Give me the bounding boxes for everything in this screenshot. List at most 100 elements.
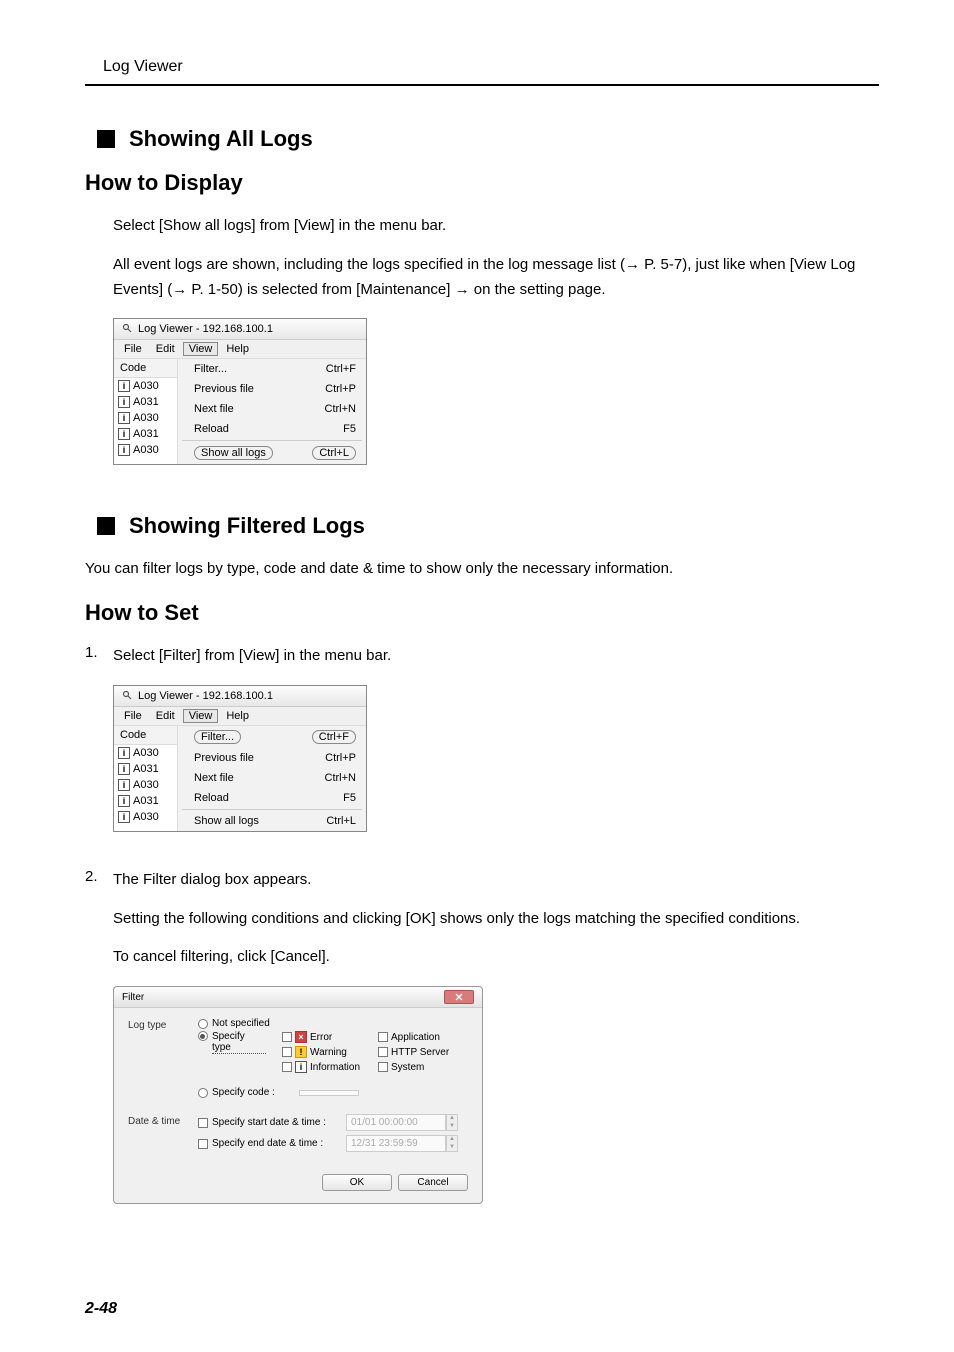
menu-item-reload[interactable]: ReloadF5 <box>178 788 366 808</box>
table-row: iA030 <box>114 378 177 394</box>
highlight-show-all: Show all logs <box>194 446 273 460</box>
info-icon: i <box>118 444 130 456</box>
app-icon <box>120 322 134 336</box>
menu-separator <box>182 809 362 810</box>
window-titlebar: Log Viewer - 192.168.100.1 <box>114 686 366 707</box>
code-header: Code <box>114 726 177 745</box>
step-2-text-a: The Filter dialog box appears. <box>113 868 879 893</box>
step-1: 1. Select [Filter] from [View] in the me… <box>85 644 879 856</box>
menu-edit[interactable]: Edit <box>150 709 181 723</box>
info-icon: i <box>118 795 130 807</box>
checkbox-icon <box>378 1062 388 1072</box>
menu-file[interactable]: File <box>118 342 148 356</box>
menu-item-previous-file[interactable]: Previous fileCtrl+P <box>178 379 366 399</box>
para-select-show-all: Select [Show all logs] from [View] in th… <box>113 214 879 239</box>
cb-application[interactable]: Application <box>378 1031 468 1043</box>
label-logtype: Log type <box>128 1018 186 1100</box>
info-icon: i <box>118 380 130 392</box>
ok-button[interactable]: OK <box>322 1174 392 1191</box>
spinner-buttons[interactable]: ▲▼ <box>446 1135 458 1152</box>
table-row: iA031 <box>114 394 177 410</box>
radio-specify-code[interactable]: Specify code : <box>198 1087 468 1098</box>
radio-icon <box>198 1031 208 1041</box>
view-dropdown: Filter...Ctrl+F Previous fileCtrl+P Next… <box>178 726 366 831</box>
view-dropdown: Filter...Ctrl+F Previous fileCtrl+P Next… <box>178 359 366 464</box>
table-row: iA030 <box>114 809 177 825</box>
header-rule <box>85 84 879 86</box>
checkbox-icon <box>282 1062 292 1072</box>
menu-item-show-all-logs[interactable]: Show all logs Ctrl+L <box>178 442 366 464</box>
screenshot-view-menu-filter: Log Viewer - 192.168.100.1 File Edit Vie… <box>113 685 367 832</box>
menu-item-next-file[interactable]: Next fileCtrl+N <box>178 399 366 419</box>
code-header: Code <box>114 359 177 378</box>
window-title: Log Viewer - 192.168.100.1 <box>138 690 273 702</box>
checkbox-icon <box>198 1118 208 1128</box>
menu-view[interactable]: View <box>183 709 219 723</box>
info-icon: i <box>118 811 130 823</box>
menu-bar: File Edit View Help <box>114 340 366 359</box>
code-input[interactable] <box>299 1090 359 1096</box>
radio-specify-type[interactable]: Specify type ×Error Application !Warning… <box>198 1031 468 1073</box>
checkbox-icon <box>378 1047 388 1057</box>
menu-help[interactable]: Help <box>220 342 255 356</box>
table-row: iA030 <box>114 777 177 793</box>
checkbox-icon <box>378 1032 388 1042</box>
cb-start-date[interactable]: Specify start date & time : 01/01 00:00:… <box>198 1114 468 1131</box>
highlight-shortcut: Ctrl+L <box>312 446 356 460</box>
code-column: Code iA030 iA031 iA030 iA031 iA030 <box>114 726 178 831</box>
cb-warning[interactable]: !Warning <box>282 1046 372 1058</box>
window-titlebar: Log Viewer - 192.168.100.1 <box>114 319 366 340</box>
para-filter-intro: You can filter logs by type, code and da… <box>85 557 879 582</box>
cb-information[interactable]: iInformation <box>282 1061 372 1073</box>
radio-icon <box>198 1088 208 1098</box>
step-number: 1. <box>85 644 101 856</box>
menu-item-reload[interactable]: ReloadF5 <box>178 419 366 439</box>
menu-item-next-file[interactable]: Next fileCtrl+N <box>178 768 366 788</box>
dialog-title: Filter <box>122 992 144 1003</box>
menu-view[interactable]: View <box>183 342 219 356</box>
heading-how-to-display: How to Display <box>85 170 879 196</box>
menu-item-filter[interactable]: Filter...Ctrl+F <box>178 359 366 379</box>
info-icon: i <box>118 763 130 775</box>
info-icon: i <box>118 412 130 424</box>
window-title: Log Viewer - 192.168.100.1 <box>138 323 273 335</box>
h2-text: Showing All Logs <box>129 126 313 152</box>
cancel-button[interactable]: Cancel <box>398 1174 468 1191</box>
menu-help[interactable]: Help <box>220 709 255 723</box>
highlight-filter: Filter... <box>194 730 241 744</box>
heading-showing-filtered-logs: Showing Filtered Logs <box>97 513 879 539</box>
menu-file[interactable]: File <box>118 709 148 723</box>
close-button[interactable] <box>444 990 474 1004</box>
cb-system[interactable]: System <box>378 1061 468 1073</box>
spinner-buttons[interactable]: ▲▼ <box>446 1114 458 1131</box>
info-icon: i <box>118 747 130 759</box>
cb-http-server[interactable]: HTTP Server <box>378 1046 468 1058</box>
screenshot-view-menu-show-all: Log Viewer - 192.168.100.1 File Edit Vie… <box>113 318 367 465</box>
start-date-input[interactable]: 01/01 00:00:00▲▼ <box>346 1114 458 1131</box>
table-row: iA030 <box>114 745 177 761</box>
menu-edit[interactable]: Edit <box>150 342 181 356</box>
step-2-text-b: Setting the following conditions and cli… <box>113 907 879 932</box>
bullet-square <box>97 517 115 535</box>
menu-item-filter[interactable]: Filter...Ctrl+F <box>178 726 366 748</box>
h2-text: Showing Filtered Logs <box>129 513 365 539</box>
error-icon: × <box>295 1031 307 1043</box>
info-icon: i <box>118 396 130 408</box>
table-row: iA031 <box>114 793 177 809</box>
end-date-input[interactable]: 12/31 23:59:59▲▼ <box>346 1135 458 1152</box>
menu-item-show-all-logs[interactable]: Show all logsCtrl+L <box>178 811 366 831</box>
code-column: Code iA030 iA031 iA030 iA031 iA030 <box>114 359 178 464</box>
menu-item-previous-file[interactable]: Previous fileCtrl+P <box>178 748 366 768</box>
checkbox-icon <box>282 1047 292 1057</box>
para-all-events: All event logs are shown, including the … <box>113 253 879 303</box>
radio-icon <box>198 1019 208 1029</box>
running-header: Log Viewer <box>103 58 879 76</box>
checkbox-icon <box>282 1032 292 1042</box>
cb-error[interactable]: ×Error <box>282 1031 372 1043</box>
table-row: iA030 <box>114 442 177 458</box>
radio-not-specified[interactable]: Not specified <box>198 1018 468 1029</box>
page-number: 2-48 <box>85 1300 117 1318</box>
cb-end-date[interactable]: Specify end date & time : 12/31 23:59:59… <box>198 1135 468 1152</box>
step-2: 2. The Filter dialog box appears. Settin… <box>85 868 879 1228</box>
heading-showing-all-logs: Showing All Logs <box>97 126 879 152</box>
